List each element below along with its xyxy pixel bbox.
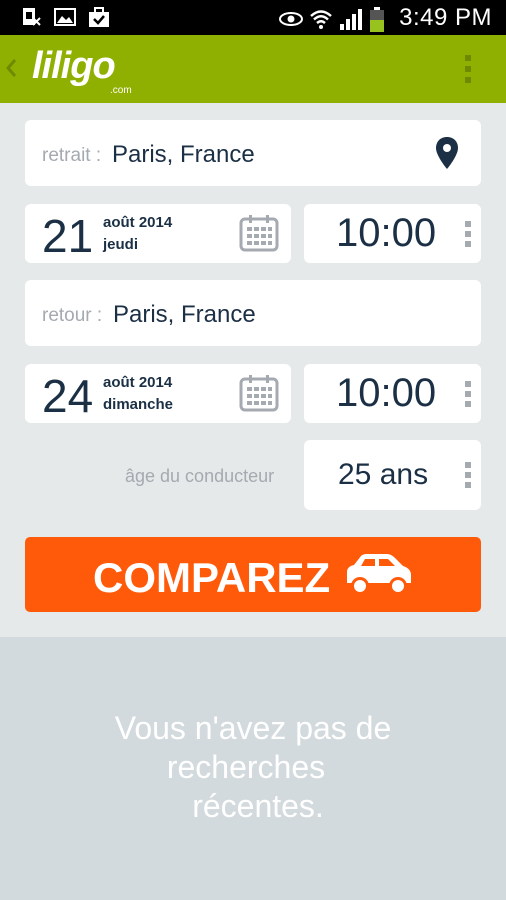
calendar-icon: [239, 375, 279, 412]
sim-icon: [20, 6, 42, 28]
driver-age-label: âge du conducteur: [125, 466, 275, 486]
status-bar: 3:49 PM: [0, 0, 506, 35]
empty-recent-message: Vous n'avez pas de recherches récentes.: [0, 709, 506, 826]
return-location-value: Paris, France: [113, 301, 256, 328]
car-icon: [347, 554, 411, 595]
signal-icon: [339, 7, 363, 30]
more-vertical-icon: [465, 221, 471, 247]
location-pin-icon[interactable]: [435, 136, 459, 170]
driver-age-value: 25 ans: [338, 458, 429, 491]
pickup-date-day: 21: [42, 210, 94, 262]
return-date-field[interactable]: 24 août 2014 dimanche: [25, 364, 291, 423]
pickup-time-value: 10:00: [336, 211, 437, 255]
eye-icon: [279, 7, 304, 29]
battery-icon: [369, 7, 391, 32]
logo-text: liligo: [32, 45, 116, 87]
pickup-location-field[interactable]: retrait : Paris, France: [25, 120, 481, 186]
more-vertical-icon: [465, 462, 471, 488]
liligo-logo: liligo .com: [32, 45, 132, 96]
empty-message-line: Vous n'avez pas de: [114, 710, 392, 746]
pickup-date-month: août 2014: [103, 214, 173, 231]
image-icon: [54, 6, 76, 28]
pickup-date-weekday: jeudi: [103, 236, 139, 253]
more-vertical-icon: [465, 381, 471, 407]
pickup-time-field[interactable]: 10:00: [304, 204, 481, 263]
logo-subtext: .com: [110, 85, 132, 96]
pickup-location-value: Paris, France: [112, 141, 255, 168]
recent-searches-panel: Vous n'avez pas de recherches récentes.: [0, 637, 506, 900]
compare-button[interactable]: COMPAREZ: [25, 537, 481, 612]
driver-age-field[interactable]: 25 ans: [304, 440, 481, 510]
compare-button-label: COMPAREZ: [93, 554, 331, 601]
empty-message-line: recherches: [166, 749, 326, 785]
return-time-value: 10:00: [336, 371, 437, 415]
wifi-icon: [309, 7, 332, 29]
return-location-field[interactable]: retour : Paris, France: [25, 280, 481, 346]
chevron-left-icon[interactable]: [4, 55, 18, 81]
app-bar: liligo .com: [0, 35, 506, 103]
empty-message-line: récentes.: [192, 788, 324, 824]
calendar-icon: [239, 215, 279, 252]
return-time-field[interactable]: 10:00: [304, 364, 481, 423]
return-date-day: 24: [42, 370, 94, 422]
return-date-month: août 2014: [103, 374, 173, 391]
pickup-label: retrait :: [42, 145, 102, 166]
return-label: retour :: [42, 305, 103, 326]
pickup-date-field[interactable]: 21 août 2014 jeudi: [25, 204, 291, 263]
briefcase-icon: [88, 6, 110, 28]
overflow-menu-icon[interactable]: [464, 54, 472, 84]
return-date-weekday: dimanche: [103, 396, 174, 413]
clock: 3:49 PM: [399, 4, 492, 31]
